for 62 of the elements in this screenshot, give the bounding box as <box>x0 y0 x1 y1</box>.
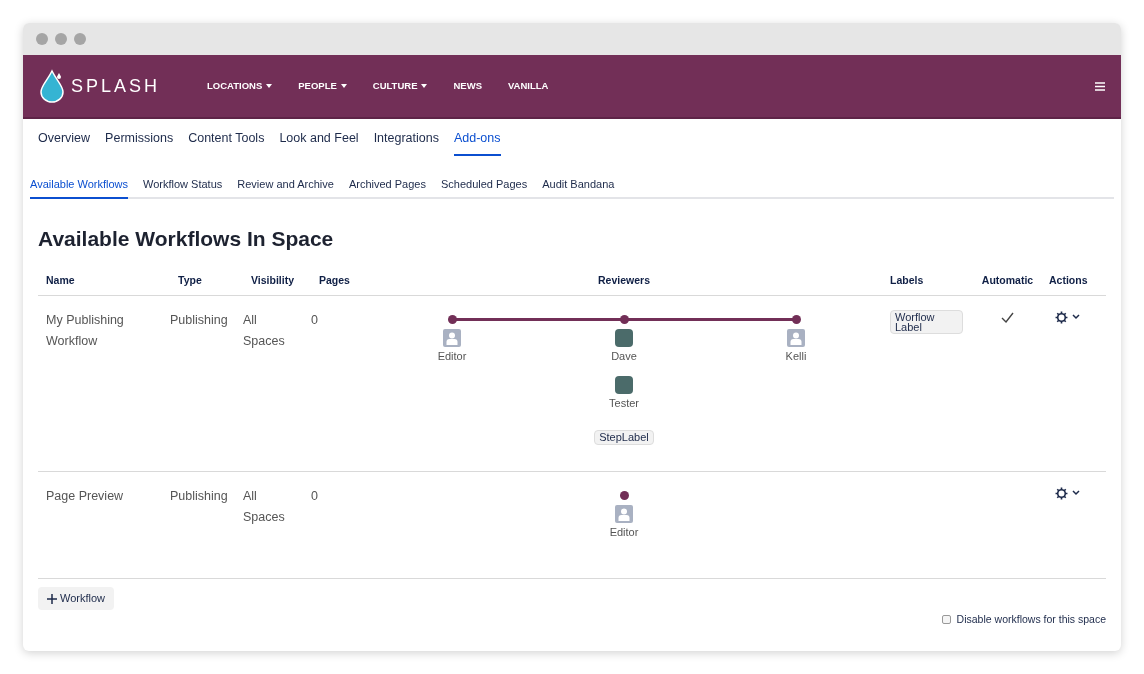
settings-tab[interactable]: Look and Feel <box>279 129 359 156</box>
caret-icon <box>340 84 347 88</box>
settings-tab[interactable]: Content Tools <box>188 129 265 156</box>
column-header: Name <box>46 273 75 286</box>
workflow-type: Publishing <box>170 312 228 327</box>
add-workflow-button[interactable]: Workflow <box>38 587 115 610</box>
settings-tab[interactable]: Add-ons <box>453 129 501 156</box>
nav-menu-item[interactable]: NEWS <box>453 78 482 94</box>
column-header: Labels <box>890 273 924 286</box>
reviewer-name: Tester <box>609 396 639 411</box>
workflow-subtab[interactable]: Archived Pages <box>348 175 426 200</box>
settings-icon <box>1055 486 1068 500</box>
workflow-visibility: All Spaces <box>243 488 285 524</box>
user-avatar-icon <box>443 328 461 347</box>
column-header: Visibility <box>251 273 294 286</box>
settings-tab[interactable]: Overview <box>38 129 91 156</box>
workflow-subtab[interactable]: Available Workflows <box>30 175 129 200</box>
reviewer-name: Dave <box>611 348 637 364</box>
workflow-subtab[interactable]: Scheduled Pages <box>440 175 528 200</box>
photo-placeholder <box>615 376 633 394</box>
settings-tab[interactable]: Integrations <box>373 129 439 156</box>
reviewer-name: Kelli <box>785 348 807 364</box>
page-count: 0 <box>311 488 318 503</box>
user-avatar-icon <box>615 504 633 523</box>
chevron-down-icon <box>1072 490 1080 496</box>
workflow-type: Publishing <box>170 488 228 503</box>
water-drop-logo-icon <box>39 69 65 103</box>
workflow-subtab[interactable]: Audit Bandana <box>542 175 615 200</box>
page-count: 0 <box>311 312 318 327</box>
disable-workflows-label[interactable]: Disable workflows for this space <box>956 612 1106 628</box>
reviewer-name: Editor <box>437 348 467 364</box>
column-header: Type <box>178 273 202 286</box>
actions-menu-button[interactable] <box>1055 310 1080 324</box>
caret-icon <box>266 84 273 88</box>
workflow-subtab[interactable]: Workflow Status <box>143 175 223 200</box>
caret-icon <box>421 84 428 88</box>
nav-menu-item[interactable]: CULTURE <box>372 78 428 94</box>
page-heading: Available Workflows In Space <box>38 226 335 253</box>
column-header: Reviewers <box>598 273 650 286</box>
menu-icon[interactable] <box>1095 81 1105 91</box>
workflow-label: Worflow Label <box>890 309 963 334</box>
checkbox[interactable] <box>941 615 951 625</box>
nav-menu-item[interactable]: VANILLA <box>508 78 549 94</box>
settings-tab[interactable]: Permissions <box>105 129 174 156</box>
workflow-visibility: All Spaces <box>243 312 285 348</box>
step-label: StepLabel <box>594 429 654 445</box>
workflow-subtab[interactable]: Review and Archive <box>237 175 334 200</box>
brand-name[interactable]: SPLASH <box>71 72 161 100</box>
user-avatar-icon <box>787 328 805 347</box>
nav-menu-item[interactable]: LOCATIONS <box>207 78 273 94</box>
settings-icon <box>1055 310 1068 324</box>
workflow-name: My Publishing Workflow <box>46 312 124 348</box>
plus-icon <box>47 593 57 604</box>
chevron-down-icon <box>1072 314 1080 320</box>
column-header: Pages <box>319 273 350 286</box>
photo-placeholder <box>615 328 633 347</box>
column-header: Automatic <box>981 273 1034 286</box>
column-header: Actions <box>1049 273 1088 286</box>
workflow-name: Page Preview <box>46 488 124 503</box>
nav-menu-item[interactable]: PEOPLE <box>298 78 347 94</box>
actions-menu-button[interactable] <box>1055 486 1080 500</box>
reviewer-name: Editor <box>609 524 639 540</box>
